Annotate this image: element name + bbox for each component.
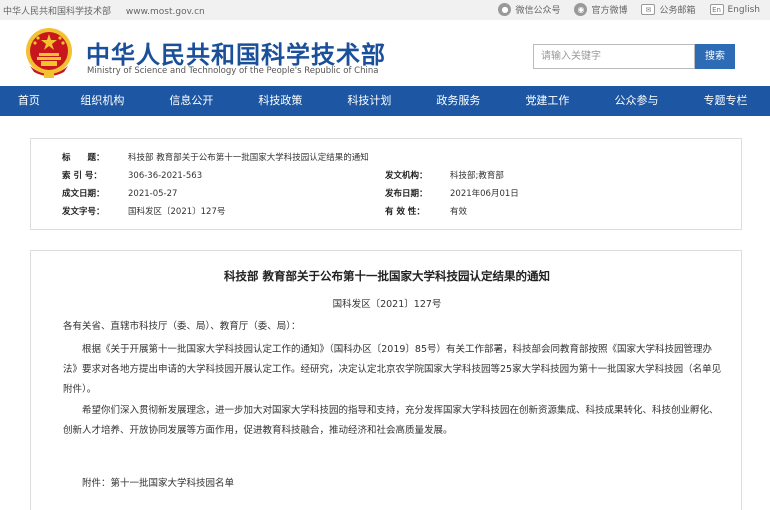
top-bar: 中华人民共和国科学技术部 www.most.gov.cn ● 微信公众号 ◉ 官… <box>0 0 770 20</box>
meta-index-value: 306-36-2021-563 <box>128 171 203 181</box>
meta-valid-value: 有效 <box>450 207 468 217</box>
wechat-link[interactable]: ● 微信公众号 <box>498 3 560 16</box>
nav-item-services[interactable]: 政务服务 <box>414 86 503 116</box>
top-site-url[interactable]: www.most.gov.cn <box>126 7 205 17</box>
english-link[interactable]: En English <box>709 4 760 15</box>
site-title[interactable]: 中华人民共和国科学技术部 <box>86 35 386 70</box>
meta-date-value: 2021-05-27 <box>128 189 178 199</box>
document-number: 国科发区〔2021〕127号 <box>332 299 442 310</box>
meta-title-label: 标 题： <box>62 153 105 163</box>
document-paragraph-2: 希望你们深入贯彻新发展理念，进一步加大对国家大学科技园的指导和支持，充分发挥国家… <box>63 405 719 436</box>
meta-valid-label: 有 效 性： <box>385 207 425 217</box>
national-emblem-icon[interactable] <box>24 26 74 80</box>
meta-issuer-label: 发文机构： <box>385 171 428 181</box>
meta-index-label: 索 引 号： <box>62 171 102 181</box>
nav-item-topics[interactable]: 专题专栏 <box>681 86 770 116</box>
site-subtitle: Ministry of Science and Technology of th… <box>87 66 379 76</box>
mail-icon: ✉ <box>641 4 656 15</box>
top-bar-links: ● 微信公众号 ◉ 官方微博 ✉ 公务邮箱 En English <box>484 3 760 16</box>
meta-title-value: 科技部 教育部关于公布第十一批国家大学科技园认定结果的通知 <box>128 153 369 163</box>
weibo-icon: ◉ <box>574 3 588 16</box>
nav-item-info-disclosure[interactable]: 信息公开 <box>147 86 236 116</box>
main-nav: 首页 组织机构 信息公开 科技政策 科技计划 政务服务 党建工作 公众参与 专题… <box>0 86 770 116</box>
meta-pub-label: 发布日期： <box>385 189 428 199</box>
english-icon: En <box>709 4 724 15</box>
nav-item-public[interactable]: 公众参与 <box>592 86 681 116</box>
meta-docno-value: 国科发区〔2021〕127号 <box>128 207 226 217</box>
wechat-icon: ● <box>498 3 512 16</box>
attachment-link[interactable]: 附件：第十一批国家大学科技园名单 <box>82 474 742 494</box>
nav-item-party[interactable]: 党建工作 <box>503 86 592 116</box>
top-site-name: 中华人民共和国科学技术部 <box>3 7 112 17</box>
meta-pub-value: 2021年06月01日 <box>450 189 519 199</box>
mail-link[interactable]: ✉ 公务邮箱 <box>641 3 696 16</box>
weibo-link[interactable]: ◉ 官方微博 <box>574 3 627 16</box>
top-bar-left: 中华人民共和国科学技术部 www.most.gov.cn <box>3 4 217 17</box>
document-metadata: 标 题： 科技部 教育部关于公布第十一批国家大学科技园认定结果的通知 索 引 号… <box>30 138 742 230</box>
meta-docno-label: 发文字号： <box>62 207 105 217</box>
document-greeting: 各有关省、直辖市科技厅（委、局）、教育厅（委、局）： <box>63 321 301 332</box>
meta-date-label: 成文日期： <box>62 189 105 199</box>
document-title: 科技部 教育部关于公布第十一批国家大学科技园认定结果的通知 <box>223 269 550 283</box>
nav-item-policy[interactable]: 科技政策 <box>236 86 325 116</box>
document-body: 科技部 教育部关于公布第十一批国家大学科技园认定结果的通知 国科发区〔2021〕… <box>30 250 742 510</box>
meta-issuer-value: 科技部;教育部 <box>450 171 504 181</box>
search-input[interactable]: 请输入关键字 <box>533 44 695 69</box>
search-button[interactable]: 搜索 <box>695 44 735 69</box>
nav-item-home[interactable]: 首页 <box>0 86 58 116</box>
site-header: 中华人民共和国科学技术部 Ministry of Science and Tec… <box>0 20 770 86</box>
nav-item-organization[interactable]: 组织机构 <box>58 86 147 116</box>
document-paragraph-1: 根据《关于开展第十一批国家大学科技园认定工作的通知》（国科办区〔2019〕85号… <box>63 344 722 395</box>
nav-item-programs[interactable]: 科技计划 <box>325 86 414 116</box>
